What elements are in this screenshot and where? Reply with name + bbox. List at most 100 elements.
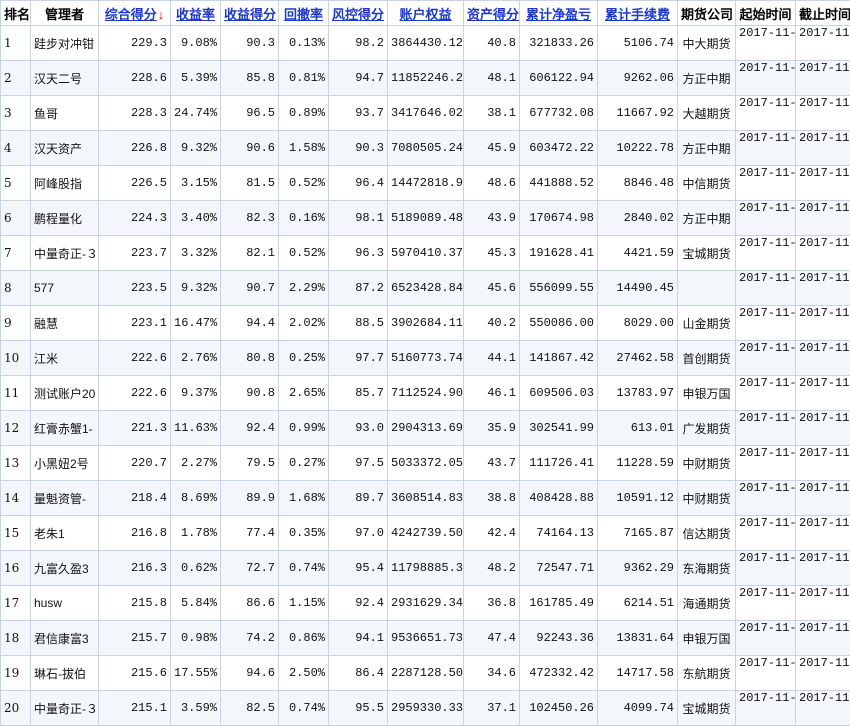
cell-equity: 5189089.48 — [388, 201, 464, 236]
cell-net-pnl: 191628.41 — [520, 236, 598, 271]
manager-link[interactable]: 江米 — [34, 352, 58, 366]
manager-link[interactable]: 测试账户20 — [34, 387, 95, 401]
table-row: 5阿峰股指226.53.15%81.50.52%96.414472818.924… — [1, 166, 850, 201]
cell-yield: 3.15% — [171, 166, 221, 201]
cell-fees: 8846.48 — [598, 166, 678, 201]
manager-link[interactable]: 577 — [34, 281, 54, 295]
cell-asset-score: 40.8 — [464, 26, 520, 61]
cell-fees: 2840.02 — [598, 201, 678, 236]
cell-yield: 3.32% — [171, 236, 221, 271]
cell-asset-score: 48.6 — [464, 166, 520, 201]
cell-yield: 2.76% — [171, 341, 221, 376]
cell-manager[interactable]: 汉天资产 — [31, 131, 99, 166]
cell-fees: 6214.51 — [598, 586, 678, 621]
cell-yield-score: 74.2 — [221, 621, 279, 656]
manager-link[interactable]: 阿峰股指 — [34, 177, 82, 191]
cell-manager[interactable]: 汉天二号 — [31, 61, 99, 96]
cell-start-time: 2017-11-01 — [736, 481, 796, 516]
manager-link[interactable]: 红膏赤蟹1- — [34, 422, 93, 436]
manager-link[interactable]: husw — [34, 596, 62, 610]
cell-manager[interactable]: 中量奇正-３ — [31, 236, 99, 271]
cell-asset-score: 40.2 — [464, 306, 520, 341]
cell-company: 中财期货 — [678, 481, 736, 516]
manager-link[interactable]: 量魁资管- — [34, 492, 86, 506]
manager-link[interactable]: 君信康富3 — [34, 632, 89, 646]
cell-rank: 4 — [1, 131, 31, 166]
cell-manager[interactable]: 小黑妞2号 — [31, 446, 99, 481]
manager-link[interactable]: 九富久盈3 — [34, 562, 89, 576]
cell-risk-score: 96.4 — [329, 166, 388, 201]
cell-start-time: 2017-11-01 — [736, 131, 796, 166]
manager-link[interactable]: 汉天资产 — [34, 142, 82, 156]
cell-start-time: 2017-11-01 — [736, 621, 796, 656]
cell-drawdown: 0.99% — [279, 411, 329, 446]
header-asset-score[interactable]: 资产得分 — [464, 1, 520, 26]
cell-manager[interactable]: 测试账户20 — [31, 376, 99, 411]
cell-manager[interactable]: husw — [31, 586, 99, 621]
cell-company: 方正中期 — [678, 201, 736, 236]
cell-fees: 4099.74 — [598, 691, 678, 726]
manager-link[interactable]: 琳石-拔伯 — [34, 667, 86, 681]
cell-risk-score: 86.4 — [329, 656, 388, 691]
cell-asset-score: 34.6 — [464, 656, 520, 691]
cell-manager[interactable]: 阿峰股指 — [31, 166, 99, 201]
cell-composite-score: 226.5 — [99, 166, 171, 201]
manager-link[interactable]: 小黑妞2号 — [34, 457, 89, 471]
cell-net-pnl: 441888.52 — [520, 166, 598, 201]
manager-link[interactable]: 融慧 — [34, 317, 58, 331]
cell-asset-score: 48.1 — [464, 61, 520, 96]
cell-start-time: 2017-11-01 — [736, 96, 796, 131]
cell-equity: 5970410.37 — [388, 236, 464, 271]
manager-link[interactable]: 中量奇正-３ — [34, 702, 98, 716]
cell-end-time: 2017-11-22 — [796, 411, 850, 446]
cell-manager[interactable]: 鱼哥 — [31, 96, 99, 131]
cell-company: 宝城期货 — [678, 691, 736, 726]
cell-manager[interactable]: 量魁资管- — [31, 481, 99, 516]
table-row: 7中量奇正-３223.73.32%82.10.52%96.35970410.37… — [1, 236, 850, 271]
cell-risk-score: 97.5 — [329, 446, 388, 481]
cell-end-time: 2017-11-22 — [796, 201, 850, 236]
header-yield[interactable]: 收益率 — [171, 1, 221, 26]
cell-manager[interactable]: 融慧 — [31, 306, 99, 341]
header-rank: 排名 — [1, 1, 31, 26]
cell-manager[interactable]: 九富久盈3 — [31, 551, 99, 586]
cell-yield-score: 96.5 — [221, 96, 279, 131]
cell-drawdown: 0.13% — [279, 26, 329, 61]
header-net-pnl[interactable]: 累计净盈亏 — [520, 1, 598, 26]
cell-manager[interactable]: 鹏程量化 — [31, 201, 99, 236]
cell-rank: 3 — [1, 96, 31, 131]
manager-link[interactable]: 老朱1 — [34, 527, 65, 541]
header-risk-score[interactable]: 风控得分 — [329, 1, 388, 26]
manager-link[interactable]: 鱼哥 — [34, 107, 58, 121]
manager-link[interactable]: 鹏程量化 — [34, 212, 82, 226]
header-fees[interactable]: 累计手续费 — [598, 1, 678, 26]
cell-manager[interactable]: 君信康富3 — [31, 621, 99, 656]
manager-link[interactable]: 中量奇正-３ — [34, 247, 98, 261]
cell-drawdown: 1.68% — [279, 481, 329, 516]
header-composite-score[interactable]: 综合得分↓ — [99, 1, 171, 26]
cell-yield: 0.98% — [171, 621, 221, 656]
cell-composite-score: 218.4 — [99, 481, 171, 516]
cell-end-time: 2017-11-22 — [796, 236, 850, 271]
header-drawdown[interactable]: 回撤率 — [279, 1, 329, 26]
cell-fees: 11228.59 — [598, 446, 678, 481]
cell-manager[interactable]: 老朱1 — [31, 516, 99, 551]
cell-company: 海通期货 — [678, 586, 736, 621]
cell-start-time: 2017-11-01 — [736, 586, 796, 621]
cell-start-time: 2017-11-01 — [736, 306, 796, 341]
cell-fees: 10222.78 — [598, 131, 678, 166]
header-equity[interactable]: 账户权益 — [388, 1, 464, 26]
cell-yield-score: 85.8 — [221, 61, 279, 96]
cell-fees: 5106.74 — [598, 26, 678, 61]
cell-end-time: 2017-11-22 — [796, 26, 850, 61]
cell-manager[interactable]: 中量奇正-３ — [31, 691, 99, 726]
cell-manager[interactable]: 琳石-拔伯 — [31, 656, 99, 691]
cell-manager[interactable]: 跬步对冲钳 — [31, 26, 99, 61]
cell-equity: 3417646.02 — [388, 96, 464, 131]
cell-manager[interactable]: 577 — [31, 271, 99, 306]
cell-manager[interactable]: 红膏赤蟹1- — [31, 411, 99, 446]
header-yield-score[interactable]: 收益得分 — [221, 1, 279, 26]
manager-link[interactable]: 跬步对冲钳 — [34, 37, 94, 51]
manager-link[interactable]: 汉天二号 — [34, 72, 82, 86]
cell-manager[interactable]: 江米 — [31, 341, 99, 376]
